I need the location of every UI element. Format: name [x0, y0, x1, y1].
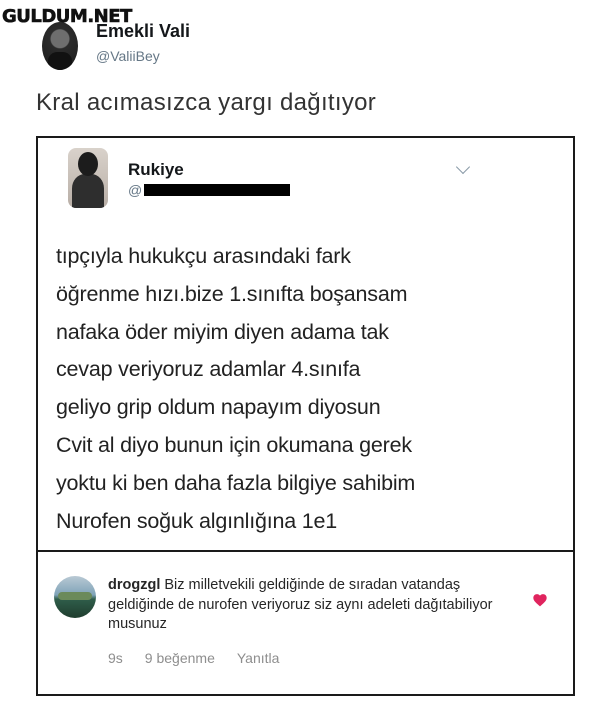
quoted-avatar[interactable] — [68, 148, 108, 208]
comment-meta: 9s 9 beğenme Yanıtla — [108, 650, 279, 666]
quoted-display-name[interactable]: Rukiye — [128, 160, 184, 180]
quoted-line: yoktu ki ben daha fazla bilgiye sahibim — [56, 470, 416, 495]
tweet-text: Kral acımasızca yargı dağıtıyor — [36, 89, 377, 116]
section-divider — [38, 550, 573, 552]
quoted-tweet-text: tıpçıyla hukukçu arasındaki fark öğrenme… — [56, 238, 556, 540]
heart-icon[interactable] — [532, 592, 548, 607]
comment-body: drogzgl Biz milletvekili geldiğinde de sı… — [108, 576, 508, 635]
tweet-header: Emekli Vali @ValiiBey — [42, 21, 190, 70]
commenter-avatar[interactable] — [54, 576, 96, 618]
comment-likes[interactable]: 9 beğenme — [145, 650, 215, 666]
author-handle[interactable]: @ValiiBey — [96, 48, 190, 64]
quoted-line: tıpçıyla hukukçu arasındaki fark — [56, 244, 351, 268]
comment-time: 9s — [108, 650, 123, 666]
quoted-line: Cvit al diyo bunun için okumana gerek — [56, 432, 412, 457]
quoted-line: nafaka öder miyim diyen adama tak — [56, 319, 389, 344]
avatar-figure-body — [72, 174, 104, 208]
quoted-line: cevap veriyoruz adamlar 4.sınıfa — [56, 357, 361, 382]
quoted-line: geliyo grip oldum napayım diyosun — [56, 395, 381, 420]
comment-username[interactable]: drogzgl — [108, 577, 160, 593]
chevron-down-icon[interactable] — [455, 159, 471, 175]
reply-button[interactable]: Yanıtla — [237, 650, 280, 666]
author-avatar[interactable] — [42, 22, 78, 70]
quoted-handle: @ — [128, 182, 143, 198]
comment-text: Biz milletvekili geldiğinde de sıradan v… — [108, 577, 493, 633]
author-display-name[interactable]: Emekli Vali — [96, 21, 190, 42]
author-block: Emekli Vali @ValiiBey — [96, 21, 190, 64]
embedded-screenshot: Rukiye @ tıpçıyla hukukçu arasındaki far… — [36, 136, 575, 696]
quoted-line: öğrenme hızı.bize 1.sınıfta boşansam — [56, 281, 408, 306]
quoted-line: Nurofen soğuk algınlığına 1e1 — [56, 508, 338, 533]
handle-redaction-bar — [144, 184, 290, 196]
avatar-figure-head — [78, 152, 98, 176]
